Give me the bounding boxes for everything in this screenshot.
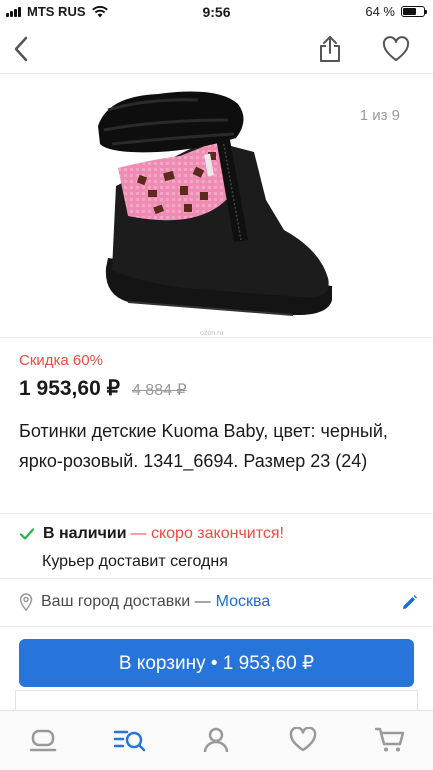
- profile-icon: [204, 727, 229, 753]
- divider: [0, 513, 433, 514]
- share-icon: [320, 36, 340, 62]
- favorite-button[interactable]: [379, 32, 413, 66]
- catalog-search-icon: [113, 730, 146, 752]
- product-gallery[interactable]: 1 из 9 ozon.ru: [0, 75, 433, 337]
- tab-bar: [0, 710, 433, 770]
- tab-profile[interactable]: [196, 727, 236, 757]
- delivery-city-label: Ваш город доставки —: [41, 593, 211, 610]
- back-button[interactable]: [4, 32, 38, 66]
- in-stock-label: В наличии: [43, 525, 127, 542]
- status-right: 64 %: [365, 4, 427, 19]
- battery-icon: [401, 6, 427, 17]
- favorites-icon: [289, 727, 317, 752]
- tab-home[interactable]: [23, 727, 63, 757]
- tab-catalog[interactable]: [110, 727, 150, 757]
- tab-cart[interactable]: [370, 727, 410, 757]
- top-navigation: [0, 24, 433, 74]
- divider: [0, 337, 433, 338]
- check-icon: [19, 528, 35, 540]
- status-bar: MTS RUS 9:56 64 %: [0, 0, 433, 24]
- battery-percent: 64 %: [365, 4, 395, 19]
- next-section-edge: [0, 688, 433, 710]
- stock-warning: — скоро закончится!: [130, 525, 284, 542]
- divider: [0, 626, 433, 627]
- home-icon: [30, 729, 57, 752]
- cart-icon: [374, 727, 404, 752]
- product-title: Ботинки детские Kuoma Baby, цвет: черный…: [19, 421, 388, 471]
- old-price: 4 884 ₽: [131, 382, 187, 399]
- heart-icon: [382, 36, 410, 61]
- current-price: 1 953,60 ₽: [19, 377, 120, 400]
- divider: [0, 578, 433, 579]
- delivery-city-link[interactable]: Москва: [216, 593, 271, 611]
- courier-delivery: Курьер доставит сегодня: [42, 553, 228, 570]
- share-button[interactable]: [313, 32, 347, 66]
- tab-favorites[interactable]: [283, 727, 323, 757]
- product-photo[interactable]: [88, 90, 344, 330]
- delivery-city-row: Ваш город доставки — Москва: [19, 593, 419, 611]
- chevron-left-icon: [14, 36, 28, 62]
- add-to-cart-button[interactable]: В корзину • 1 953,60 ₽: [19, 639, 414, 687]
- edit-pencil-icon[interactable]: [399, 593, 419, 613]
- availability-row: В наличии — скоро закончится!: [19, 525, 284, 543]
- watermark: ozon.ru: [200, 330, 224, 337]
- location-pin-icon: [19, 593, 33, 611]
- price-row: 1 953,60 ₽ 4 884 ₽: [19, 376, 187, 401]
- photo-counter: 1 из 9: [359, 107, 400, 124]
- discount-label: Скидка 60%: [19, 352, 103, 369]
